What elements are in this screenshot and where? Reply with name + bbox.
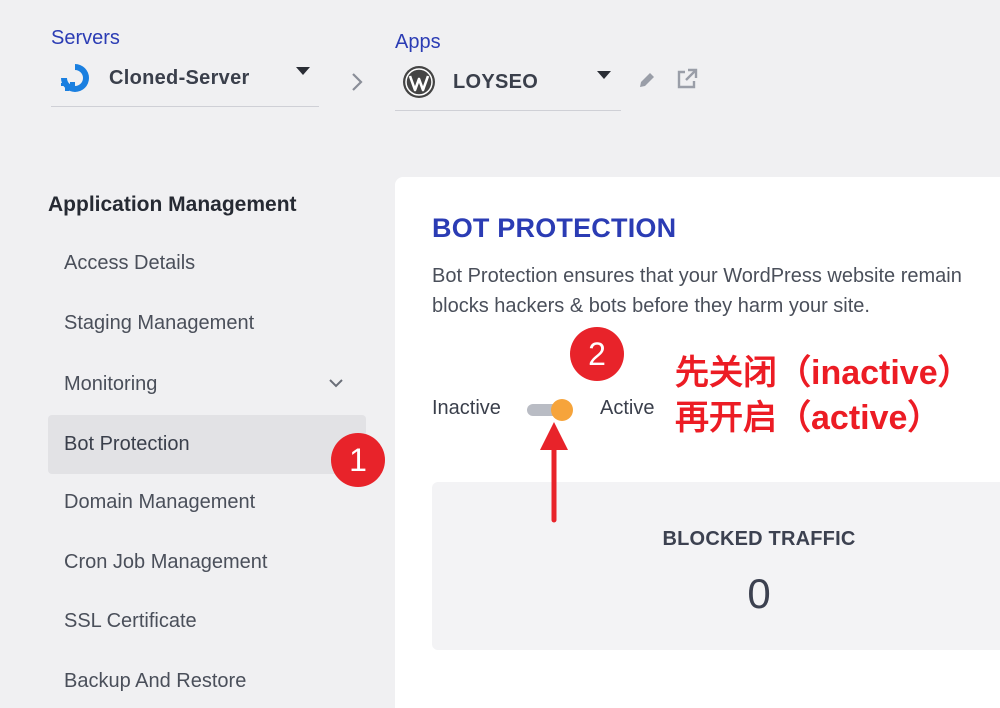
sidebar-item-label: Monitoring (64, 373, 158, 395)
sidebar-item-monitoring[interactable]: Monitoring (48, 355, 366, 414)
sidebar-item-label: Access Details (64, 252, 196, 274)
sidebar-item-label: Domain Management (64, 491, 256, 513)
sidebar-item-access-details[interactable]: Access Details (48, 234, 366, 293)
digitalocean-icon (61, 64, 89, 92)
chevron-down-icon[interactable] (597, 71, 611, 79)
stat-label: BLOCKED TRAFFIC (662, 528, 856, 550)
chevron-right-icon (352, 73, 363, 91)
toggle-knob[interactable] (551, 399, 573, 421)
annotation-note-line2: 再开启（active） (675, 399, 942, 437)
servers-label: Servers (51, 27, 120, 49)
sidebar-item-backup-and-restore[interactable]: Backup And Restore (48, 652, 366, 708)
description-line: blocks hackers & bots before they harm y… (432, 295, 870, 317)
chevron-down-icon[interactable] (296, 67, 310, 75)
annotation-note-line1: 先关闭（inactive） (675, 354, 972, 392)
server-selector[interactable]: Servers Cloned-Server (51, 27, 319, 107)
page: Servers Cloned-Server Apps LOYSEO Applic… (0, 0, 1000, 708)
app-selector[interactable]: Apps LOYSEO (395, 31, 621, 111)
sidebar-title: Application Management (48, 193, 297, 216)
edit-icon[interactable] (637, 70, 657, 90)
annotation-badge-1: 1 (331, 433, 385, 487)
app-name: LOYSEO (453, 70, 539, 93)
app-dropdown[interactable]: LOYSEO (395, 62, 621, 111)
sidebar-item-staging-management[interactable]: Staging Management (48, 294, 366, 353)
bot-protection-toggle[interactable] (527, 399, 573, 421)
sidebar-item-bot-protection[interactable]: Bot Protection (48, 415, 366, 474)
external-link-icon[interactable] (675, 67, 699, 91)
panel-description: Bot Protection ensures that your WordPre… (432, 261, 1000, 321)
sidebar-item-label: SSL Certificate (64, 610, 197, 632)
page-title: BOT PROTECTION (432, 213, 677, 243)
stat-value: 0 (747, 570, 771, 617)
annotation-arrow-icon (540, 422, 568, 523)
blocked-traffic-card: BLOCKED TRAFFIC 0 (432, 482, 1000, 650)
sidebar-item-label: Staging Management (64, 312, 255, 334)
toggle-inactive-label: Inactive (432, 397, 501, 419)
annotation-badge-2: 2 (570, 327, 624, 381)
sidebar-item-cron-job-management[interactable]: Cron Job Management (48, 533, 366, 592)
sidebar-item-label: Cron Job Management (64, 551, 268, 573)
bot-protection-panel: BOT PROTECTION Bot Protection ensures th… (395, 177, 1000, 708)
sidebar-item-domain-management[interactable]: Domain Management (48, 473, 366, 532)
server-name: Cloned-Server (109, 66, 250, 89)
chevron-down-icon[interactable] (328, 377, 344, 389)
sidebar-item-ssl-certificate[interactable]: SSL Certificate (48, 592, 366, 651)
sidebar-item-label: Bot Protection (64, 433, 190, 455)
description-line: Bot Protection ensures that your WordPre… (432, 265, 962, 287)
apps-label: Apps (395, 31, 441, 53)
sidebar-item-label: Backup And Restore (64, 670, 247, 692)
server-dropdown[interactable]: Cloned-Server (51, 58, 319, 107)
wordpress-icon (403, 66, 435, 98)
toggle-active-label: Active (600, 397, 655, 419)
